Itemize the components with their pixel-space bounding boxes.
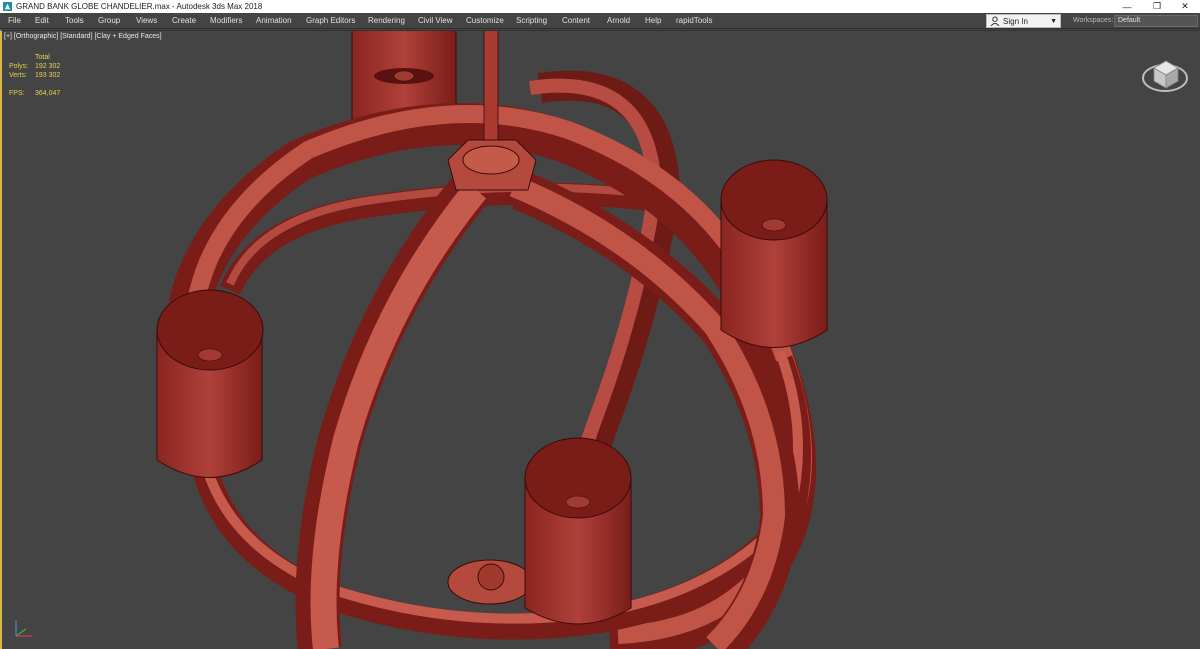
stats-fps-value: 364,047 [35,90,61,97]
menu-modifiers[interactable]: Modifiers [210,15,242,27]
chevron-down-icon: ▼ [1050,17,1057,25]
menu-customize[interactable]: Customize [466,15,504,27]
left-candle-cup [156,289,264,478]
window-title-bar: GRAND BANK GLOBE CHANDELIER.max - Autode… [0,0,1200,13]
window-title: GRAND BANK GLOBE CHANDELIER.max - Autode… [16,2,263,11]
stats-verts-label: Verts: [9,72,27,79]
stats-fps-label: FPS: [9,90,25,97]
front-candle-cup [524,437,632,625]
perspective-viewport[interactable]: [+] [Orthographic] [Standard] [Clay + Ed… [0,30,1200,649]
stats-verts-value: 193 302 [35,72,61,79]
viewport-label-menu[interactable]: [+] [Orthographic] [Standard] [Clay + Ed… [4,33,162,40]
bottom-hub [447,559,533,605]
menu-graph-editors[interactable]: Graph Editors [306,15,355,27]
menu-rendering[interactable]: Rendering [368,15,405,27]
menu-edit[interactable]: Edit [35,15,49,27]
menu-animation[interactable]: Animation [256,15,292,27]
menu-create[interactable]: Create [172,15,196,27]
menu-file[interactable]: File [8,15,21,27]
right-candle-cup [720,159,828,348]
3dsmax-app-icon[interactable] [3,2,12,11]
chandelier-model[interactable] [0,30,1200,649]
menu-arnold[interactable]: Arnold [607,15,630,27]
menu-rapidtools[interactable]: rapidTools [676,15,712,27]
sign-in-label: Sign In [1003,16,1028,26]
restore-button[interactable]: ❐ [1142,0,1172,13]
menu-help[interactable]: Help [645,15,661,27]
stats-total-label: Total [35,54,50,61]
stats-polys-value: 192 302 [35,63,61,70]
sign-in-dropdown[interactable]: Sign In ▼ [986,14,1061,28]
viewcube-icon[interactable] [1140,48,1190,98]
stats-polys-label: Polys: [9,63,29,70]
menu-scripting[interactable]: Scripting [516,15,547,27]
axis-tripod-icon [15,620,32,637]
minimize-button[interactable]: — [1112,0,1142,13]
menu-tools[interactable]: Tools [65,15,84,27]
menu-views[interactable]: Views [136,15,157,27]
menu-group[interactable]: Group [98,15,120,27]
menu-civil-view[interactable]: Civil View [418,15,453,27]
user-icon [990,16,1000,26]
menu-content[interactable]: Content [562,15,590,27]
workspaces-label: Workspaces: [1073,17,1114,24]
workspaces-select[interactable]: Default [1114,15,1198,27]
close-button[interactable]: ✕ [1170,0,1200,13]
